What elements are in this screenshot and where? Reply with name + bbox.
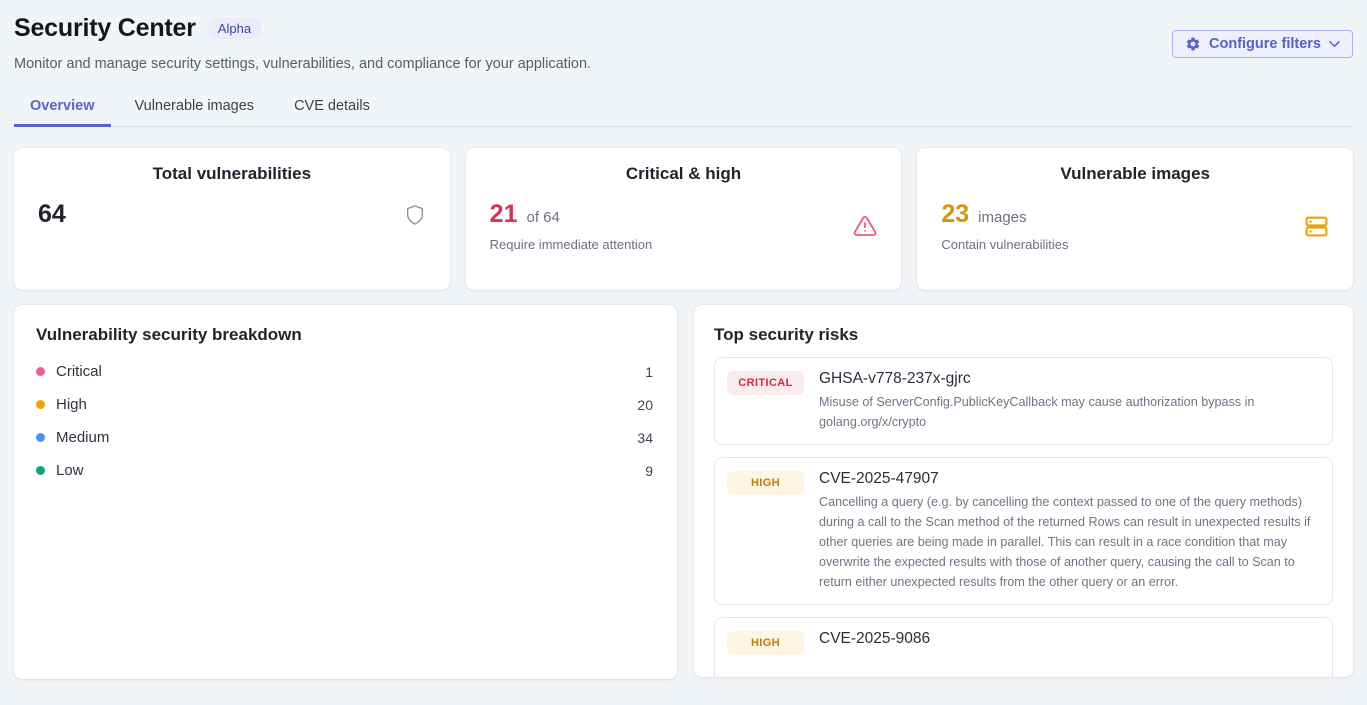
page-title: Security Center [14, 14, 196, 43]
high-dot-icon [36, 400, 45, 409]
risk-id: CVE-2025-47907 [819, 470, 1320, 488]
critical-high-caption: Require immediate attention [490, 237, 854, 252]
legend-item-low: Low 9 [36, 454, 653, 487]
risk-description: Cancelling a query (e.g. by cancelling t… [819, 492, 1320, 592]
page-header: Security Center Alpha Configure filters [14, 14, 1353, 43]
vulnerable-images-value: 23 [941, 200, 969, 229]
risk-id: GHSA-v778-237x-gjrc [819, 370, 1320, 388]
vulnerability-breakdown-panel: Vulnerability security breakdown Critica… [14, 305, 677, 679]
tab-overview[interactable]: Overview [14, 90, 111, 126]
legend-value: 1 [645, 364, 653, 380]
page-subtitle: Monitor and manage security settings, vu… [14, 56, 1353, 72]
critical-high-card: Critical & high 21 of 64 Require immedia… [466, 148, 902, 290]
critical-high-value: 21 [490, 200, 518, 229]
critical-high-suffix: of 64 [526, 209, 559, 226]
legend-label: Low [56, 462, 645, 479]
configure-filters-label: Configure filters [1209, 36, 1321, 52]
breakdown-title: Vulnerability security breakdown [36, 325, 653, 345]
gear-icon [1185, 36, 1201, 52]
severity-badge: HIGH [727, 631, 804, 655]
risk-id: CVE-2025-9086 [819, 630, 1320, 648]
legend-item-medium: Medium 34 [36, 421, 653, 454]
severity-badge: CRITICAL [727, 371, 804, 395]
legend-label: Critical [56, 363, 645, 380]
shield-icon [404, 203, 426, 227]
breakdown-legend: Critical 1 High 20 Medium 34 Low 9 [36, 355, 653, 487]
stat-cards-row: Total vulnerabilities 64 Critical & high… [14, 148, 1353, 290]
risk-item-ghsa-v778-237x-gjrc[interactable]: CRITICAL GHSA-v778-237x-gjrc Misuse of S… [714, 357, 1333, 445]
tab-vulnerable-images[interactable]: Vulnerable images [119, 90, 271, 126]
card-title: Vulnerable images [941, 164, 1329, 184]
total-vulnerabilities-card: Total vulnerabilities 64 [14, 148, 450, 290]
card-title: Critical & high [490, 164, 878, 184]
chevron-down-icon [1329, 40, 1340, 48]
critical-dot-icon [36, 367, 45, 376]
top-risks-title: Top security risks [714, 325, 1333, 345]
legend-label: High [56, 396, 637, 413]
warning-triangle-icon [853, 214, 877, 238]
panels-row: Vulnerability security breakdown Critica… [14, 305, 1353, 679]
low-dot-icon [36, 466, 45, 475]
risk-description: Misuse of ServerConfig.PublicKeyCallback… [819, 392, 1320, 432]
risk-item-cve-2025-47907[interactable]: HIGH CVE-2025-47907 Cancelling a query (… [714, 457, 1333, 605]
legend-item-high: High 20 [36, 388, 653, 421]
risk-list: CRITICAL GHSA-v778-237x-gjrc Misuse of S… [714, 357, 1333, 677]
legend-item-critical: Critical 1 [36, 355, 653, 388]
vulnerable-images-card: Vulnerable images 23 images Contain vuln… [917, 148, 1353, 290]
tab-cve-details[interactable]: CVE details [278, 90, 386, 126]
medium-dot-icon [36, 433, 45, 442]
vulnerable-images-caption: Contain vulnerabilities [941, 237, 1304, 252]
card-title: Total vulnerabilities [38, 164, 426, 184]
severity-badge: HIGH [727, 471, 804, 495]
legend-value: 34 [637, 430, 653, 446]
risk-item-cve-2025-9086[interactable]: HIGH CVE-2025-9086 [714, 617, 1333, 677]
configure-filters-button[interactable]: Configure filters [1172, 30, 1353, 58]
legend-value: 20 [637, 397, 653, 413]
legend-value: 9 [645, 463, 653, 479]
alpha-badge: Alpha [208, 18, 261, 39]
legend-label: Medium [56, 429, 637, 446]
top-security-risks-panel: Top security risks CRITICAL GHSA-v778-23… [694, 305, 1353, 677]
total-vulnerabilities-value: 64 [38, 200, 66, 229]
tab-bar: Overview Vulnerable images CVE details [14, 90, 1353, 127]
server-icon [1304, 214, 1329, 239]
vulnerable-images-suffix: images [978, 209, 1026, 226]
security-center-page: Security Center Alpha Configure filters … [0, 0, 1367, 679]
